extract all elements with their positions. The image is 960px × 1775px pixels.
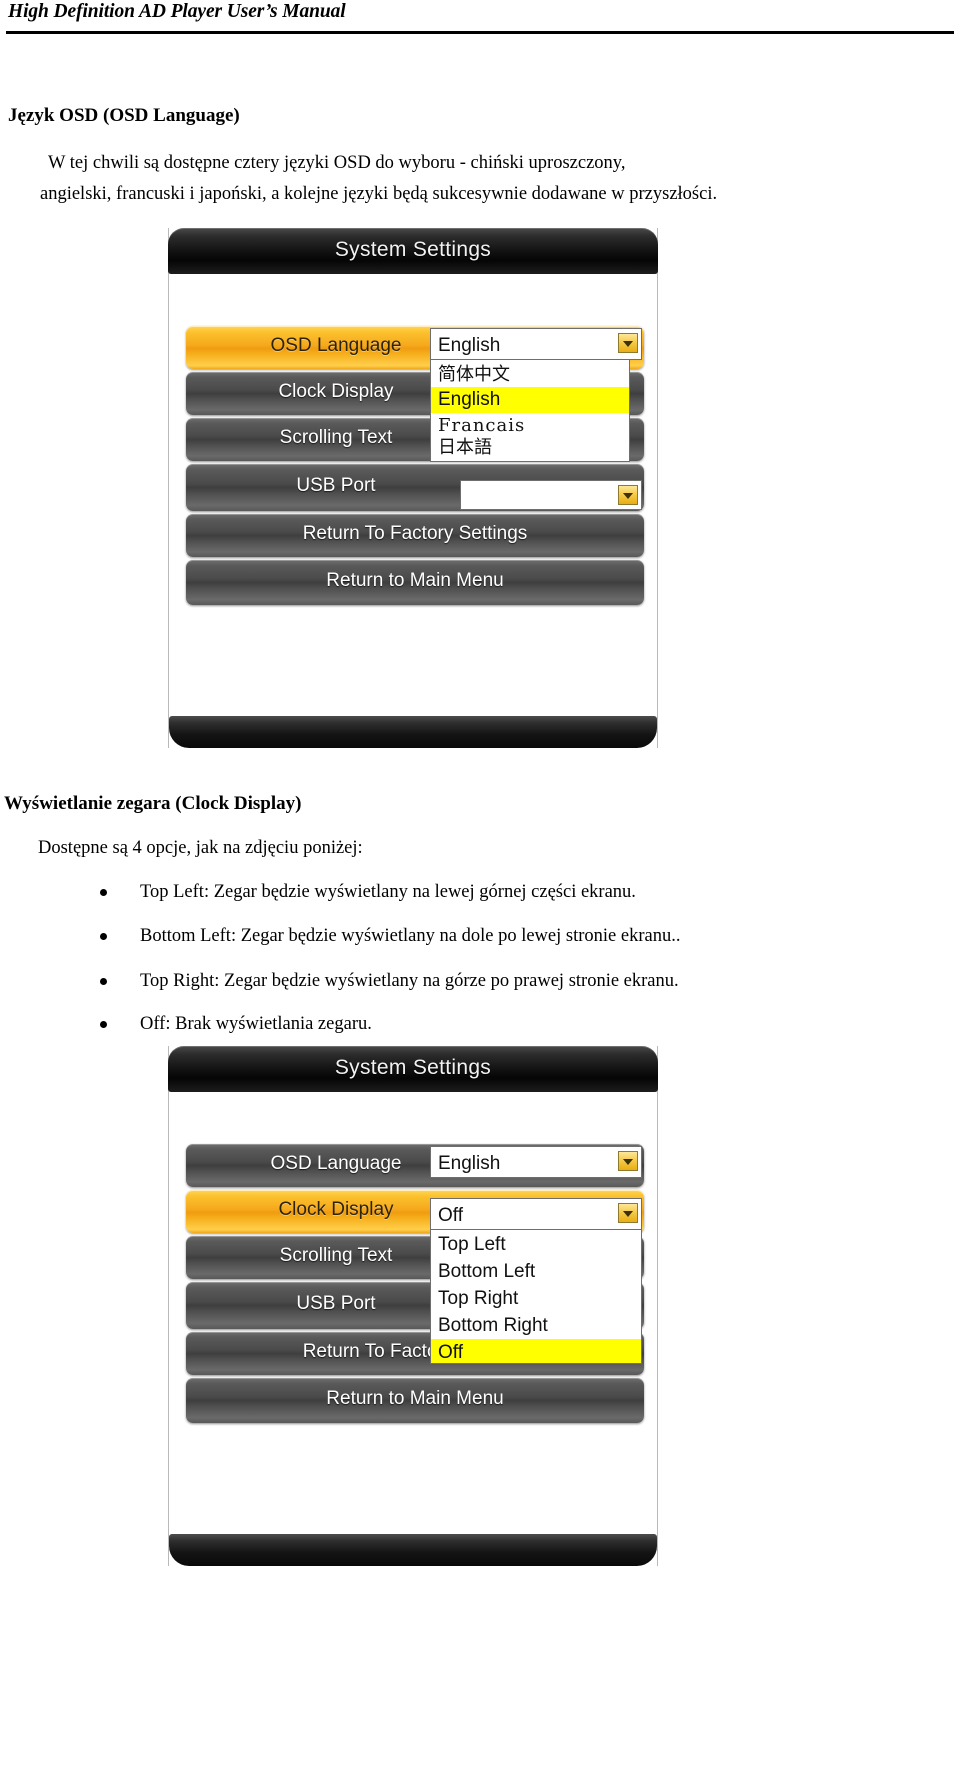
dropdown-option[interactable]: Bottom Right <box>431 1312 641 1339</box>
bullet-dot-icon <box>100 889 107 896</box>
chevron-down-icon[interactable] <box>618 333 638 353</box>
manual-title: High Definition AD Player User’s Manual <box>8 1 346 22</box>
osd-titlebar: System Settings <box>168 1046 658 1092</box>
bullet-dot-icon <box>100 1021 107 1028</box>
section-heading-clock-display: Wyświetlanie zegara (Clock Display) <box>4 793 302 814</box>
osd-language-value-field[interactable]: English <box>430 328 642 360</box>
menu-item-factory-reset[interactable]: Return To Factory Settings <box>186 514 644 557</box>
menu-item-label: Return to Main Menu <box>326 1388 504 1409</box>
dropdown-option[interactable]: 简体中文 <box>431 360 629 387</box>
menu-row: Return to Main Menu <box>186 560 644 605</box>
dropdown-option-selected[interactable]: English <box>431 387 629 413</box>
list-item-label: Bottom Left: Zegar będzie wyświetlany na… <box>140 926 681 946</box>
osd-language-value-field[interactable]: English <box>430 1146 642 1178</box>
osd-language-value: English <box>438 1153 501 1174</box>
bullet-dot-icon <box>100 978 107 985</box>
dropdown-option[interactable]: Top Right <box>431 1285 641 1312</box>
osd-bottom-bar <box>169 716 657 748</box>
menu-item-label: USB Port <box>296 475 376 496</box>
osd-language-value: English <box>438 335 501 356</box>
osd-title: System Settings <box>334 238 492 261</box>
osd-clock-value-field[interactable]: Off <box>430 1198 642 1230</box>
osd-language-dropdown-list[interactable]: 简体中文 English Francais 日本語 <box>430 360 630 462</box>
clock-display-intro: Dostępne są 4 opcje, jak na zdjęciu poni… <box>38 838 363 858</box>
header-divider <box>6 31 954 34</box>
dropdown-option[interactable]: 日本語 <box>431 437 629 457</box>
menu-row: Return To Factory Settings <box>186 514 644 557</box>
chevron-down-icon[interactable] <box>618 1151 638 1171</box>
paragraph-line-text: W tej chwili są dostępne cztery języki O… <box>48 153 626 173</box>
menu-item-main-menu[interactable]: Return to Main Menu <box>186 1378 644 1423</box>
paragraph-line-text: angielski, francuski i japoński, a kolej… <box>40 184 718 204</box>
list-item-label: Off: Brak wyświetlania zegaru. <box>140 1014 372 1034</box>
osd-usb-port-value-field[interactable] <box>460 480 642 510</box>
menu-row: Return to Main Menu <box>186 1378 644 1423</box>
paragraph-osd-language: W tej chwili są dostępne cztery języki O… <box>40 148 908 210</box>
bullet-dot-icon <box>100 933 107 940</box>
dropdown-option-selected[interactable]: Off <box>431 1339 641 1363</box>
paragraph-line: angielski, francuski i japoński, a kolej… <box>40 179 908 210</box>
osd-clock-dropdown-list[interactable]: Top Left Bottom Left Top Right Bottom Ri… <box>430 1230 642 1364</box>
osd-title: System Settings <box>334 1056 492 1079</box>
section-heading-osd-language: Język OSD (OSD Language) <box>8 105 240 126</box>
menu-item-label: Return To Factory Settings <box>302 523 528 544</box>
paragraph-line: W tej chwili są dostępne cztery języki O… <box>48 148 908 179</box>
list-item-label: Top Right: Zegar będzie wyświetlany na g… <box>140 971 679 991</box>
osd-screenshot-clock: System Settings OSD Language Clock Displ… <box>168 1046 658 1566</box>
dropdown-option[interactable]: Francais <box>431 413 629 437</box>
menu-item-label: Return to Main Menu <box>326 570 504 591</box>
osd-screenshot-language: System Settings OSD Language Clock Displ… <box>168 228 658 748</box>
menu-item-main-menu[interactable]: Return to Main Menu <box>186 560 644 605</box>
osd-clock-value: Off <box>438 1205 463 1226</box>
dropdown-option[interactable]: Bottom Left <box>431 1258 641 1285</box>
list-item-label: Top Left: Zegar będzie wyświetlany na le… <box>140 882 636 902</box>
osd-bottom-bar <box>169 1534 657 1566</box>
dropdown-option[interactable]: Top Left <box>431 1230 641 1258</box>
chevron-down-icon[interactable] <box>618 1203 638 1223</box>
chevron-down-icon[interactable] <box>618 485 638 505</box>
osd-titlebar: System Settings <box>168 228 658 274</box>
